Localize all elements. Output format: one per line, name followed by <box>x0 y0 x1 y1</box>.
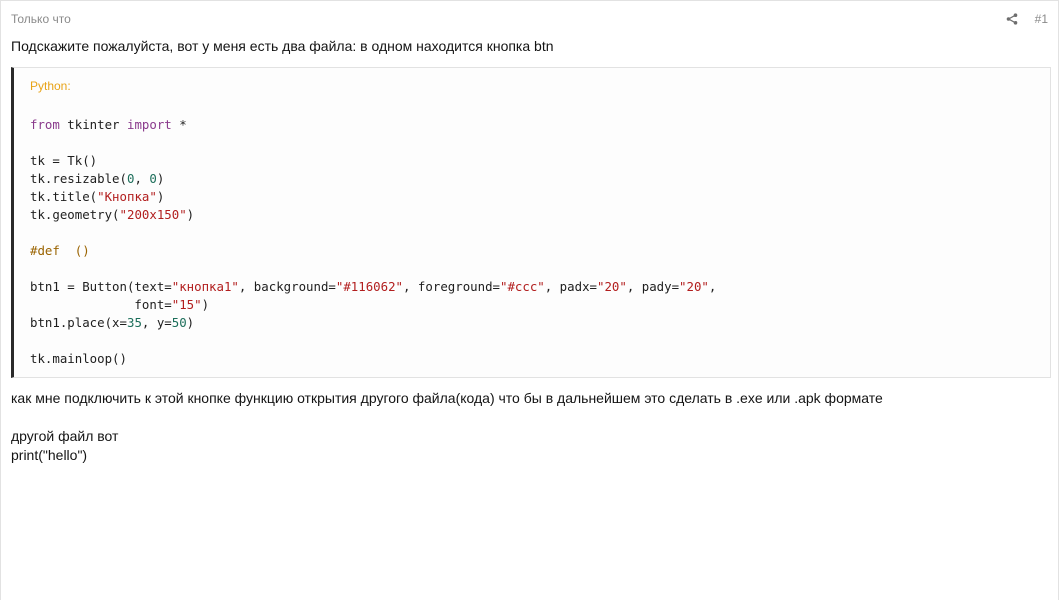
code-line: #def () <box>30 242 716 260</box>
code-token-plain: ) <box>156 171 165 186</box>
code-token-plain: ) <box>201 297 210 312</box>
code-token-plain: * <box>171 117 187 132</box>
code-token-num: 0 <box>149 171 157 186</box>
post-permalink[interactable]: #1 <box>1035 12 1048 26</box>
code-token-plain: tk.mainloop() <box>30 351 127 366</box>
code-token-kw: from <box>30 117 60 132</box>
code-content: from tkinter import * tk = Tk() tk.resizab… <box>30 116 716 368</box>
post-other-file-text: другой файл вот <box>11 428 119 444</box>
code-token-plain: font= <box>30 297 172 312</box>
code-token-str: "Кнопка" <box>97 189 157 204</box>
code-token-str: "кнопка1" <box>171 279 239 294</box>
code-line: tk.mainloop() <box>30 350 716 368</box>
code-token-plain: , background= <box>238 279 336 294</box>
code-token-plain: , foreground= <box>403 279 500 294</box>
code-token-plain: , pady= <box>626 279 680 294</box>
code-token-str: "20" <box>596 279 627 294</box>
code-token-str: "15" <box>171 297 202 312</box>
code-line: btn1.place(x=35, y=50) <box>30 314 716 332</box>
post-actions: #1 <box>1005 12 1048 26</box>
code-token-plain: tk.geometry( <box>30 207 120 222</box>
post-header: Только что #1 <box>11 11 1048 27</box>
code-line: btn1 = Button(text="кнопка1", background… <box>30 278 716 296</box>
code-token-plain: tk.title( <box>30 189 98 204</box>
code-token-plain: , padx= <box>544 279 597 294</box>
post-intro-text: Подскажите пожалуйста, вот у меня есть д… <box>11 38 554 54</box>
code-token-str: "20" <box>679 279 709 294</box>
code-token-kw: import <box>126 117 172 132</box>
code-token-num: 50 <box>171 315 187 330</box>
share-icon[interactable] <box>1005 12 1019 26</box>
forum-post: Только что #1 Подскажите пожалуйста, вот… <box>0 0 1059 600</box>
code-line: tk = Tk() <box>30 152 716 170</box>
code-token-str: "200x150" <box>119 207 187 222</box>
code-line: font="15") <box>30 296 716 314</box>
code-token-plain: ) <box>186 315 195 330</box>
post-print-line: print("hello") <box>11 447 88 463</box>
code-block: Python: from tkinter import * tk = Tk() tk… <box>11 67 1051 378</box>
post-timestamp: Только что <box>11 12 71 26</box>
code-language-label: Python: <box>30 79 71 93</box>
code-token-str: "#ccc" <box>500 279 545 294</box>
code-token-plain: , <box>708 279 717 294</box>
post-question-text: как мне подключить к этой кнопке функцию… <box>11 390 883 406</box>
code-token-plain: tk.resizable( <box>30 171 127 186</box>
code-line: tk.title("Кнопка") <box>30 188 716 206</box>
code-token-plain: ) <box>156 189 165 204</box>
code-token-num: 35 <box>126 315 142 330</box>
share-icon-graphic <box>1006 13 1017 25</box>
code-token-plain: btn1.place(x= <box>30 315 127 330</box>
code-token-cm: #def () <box>30 243 90 258</box>
code-line: tk.geometry("200x150") <box>30 206 716 224</box>
code-token-plain: tk = Tk() <box>30 153 98 168</box>
code-line: tk.resizable(0, 0) <box>30 170 716 188</box>
code-token-plain: tkinter <box>59 117 127 132</box>
code-token-str: "#116062" <box>335 279 404 294</box>
code-token-plain: , y= <box>141 315 172 330</box>
code-token-plain: , <box>134 171 150 186</box>
code-token-plain: ) <box>186 207 195 222</box>
code-line: from tkinter import * <box>30 116 716 134</box>
code-token-plain: btn1 = Button(text= <box>30 279 172 294</box>
